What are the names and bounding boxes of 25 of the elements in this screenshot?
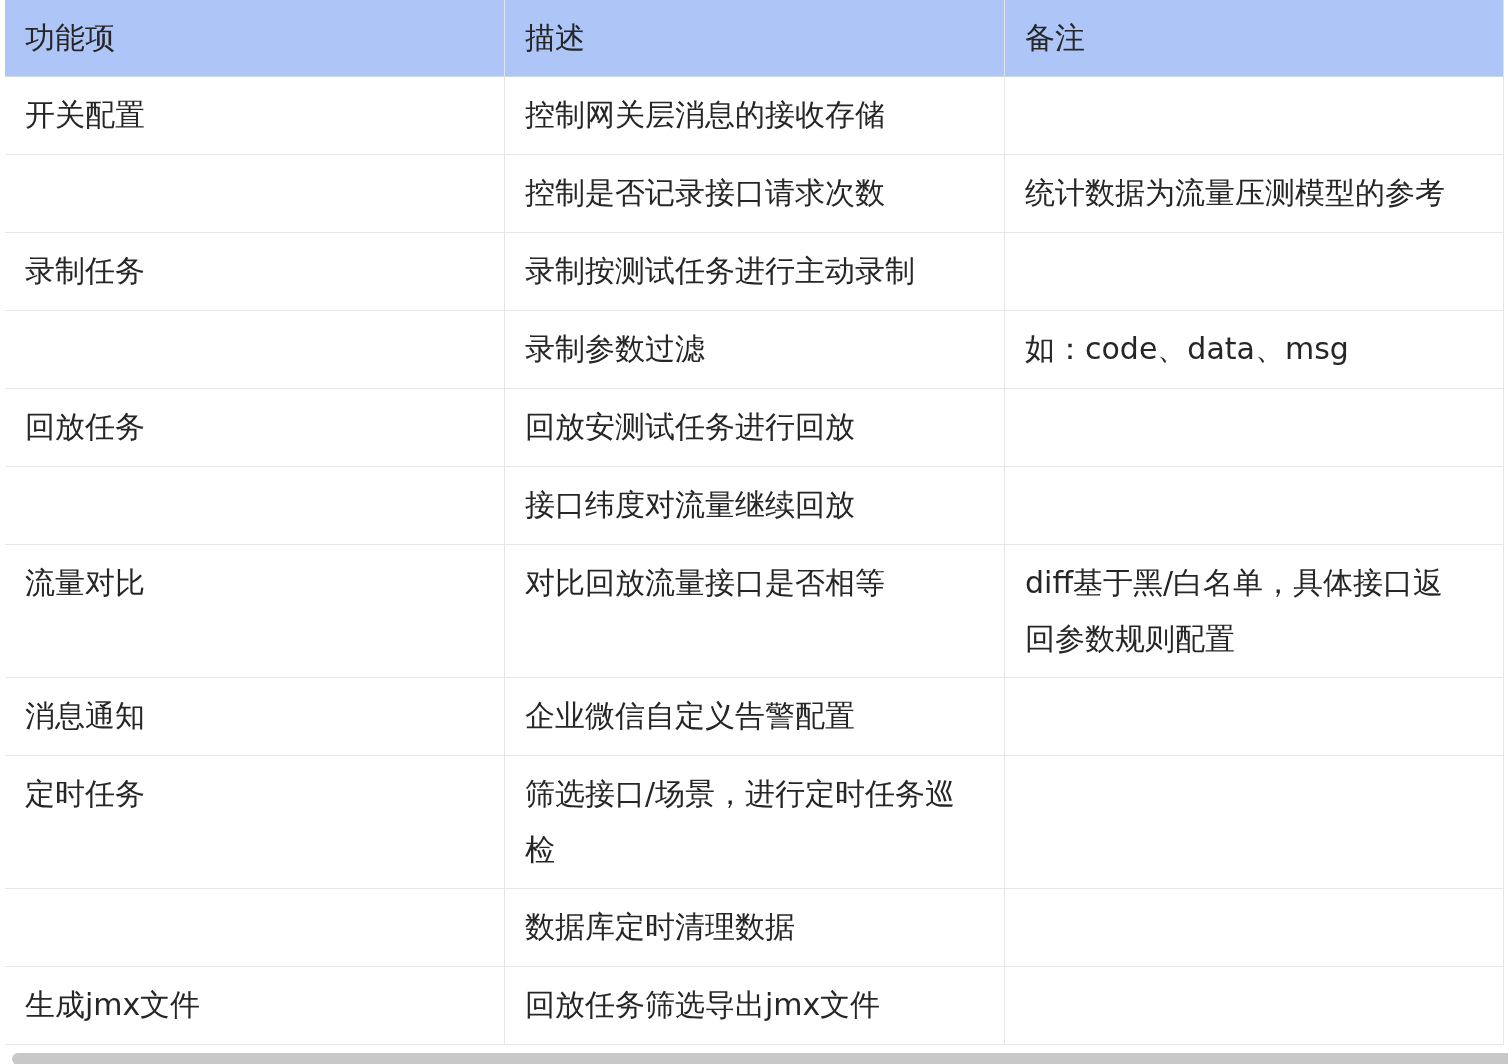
table-cell: 统计数据为流量压测模型的参考 — [1005, 155, 1504, 233]
table-cell: 流量对比 — [5, 545, 505, 678]
table-cell: 录制按测试任务进行主动录制 — [505, 233, 1005, 311]
table-cell: diff基于黑/白名单，具体接口返回参数规则配置 — [1005, 545, 1504, 678]
table-cell: 企业微信自定义告警配置 — [505, 678, 1005, 756]
table-cell: 录制任务 — [5, 233, 505, 311]
table-cell: 对比回放流量接口是否相等 — [505, 545, 1005, 678]
column-header: 描述 — [505, 0, 1005, 77]
table-cell: 控制是否记录接口请求次数 — [505, 155, 1005, 233]
table-cell: 回放任务 — [5, 389, 505, 467]
table-cell: 数据库定时清理数据 — [505, 889, 1005, 967]
table-cell: 开关配置 — [5, 77, 505, 155]
table-cell: 消息通知 — [5, 678, 505, 756]
table-cell: 定时任务 — [5, 756, 505, 889]
table-cell: 控制网关层消息的接收存储 — [505, 77, 1005, 155]
table-cell: 接口纬度对流量继续回放 — [505, 467, 1005, 545]
table-cell: 录制参数过滤 — [505, 311, 1005, 389]
column-header: 功能项 — [5, 0, 505, 77]
column-header: 备注 — [1005, 0, 1504, 77]
table-cell: 如：code、data、msg — [1005, 311, 1504, 389]
scrollbar[interactable] — [12, 1053, 1508, 1064]
table-cell: 回放任务筛选导出jmx文件 — [505, 967, 1005, 1045]
table-cell: 回放安测试任务进行回放 — [505, 389, 1005, 467]
table-cell: 筛选接口/场景，进行定时任务巡检 — [505, 756, 1005, 889]
table-cell: 生成jmx文件 — [5, 967, 505, 1045]
